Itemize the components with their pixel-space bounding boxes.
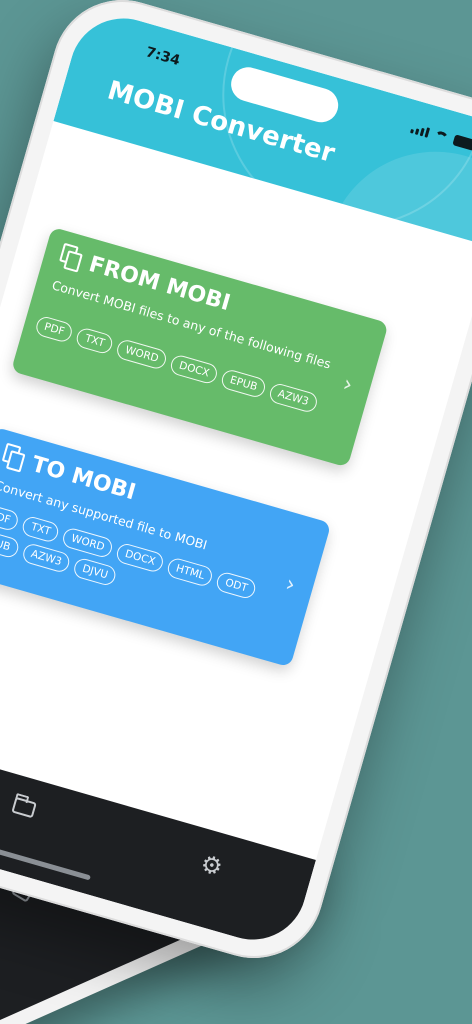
format-chip: ODT	[214, 570, 258, 601]
chevron-right-icon: ›	[282, 571, 299, 599]
to-mobi-card[interactable]: TO MOBI Convert any supported file to MO…	[0, 426, 332, 668]
format-chip: PDF	[0, 503, 21, 533]
format-chip: EPUB	[0, 528, 21, 560]
format-chip: AZW3	[20, 541, 72, 575]
format-chip: EPUB	[219, 367, 268, 400]
gear-icon[interactable]: ⚙	[197, 849, 225, 882]
format-chip: WORD	[115, 337, 169, 371]
app-header: 7:34 MOBI Converter	[53, 5, 472, 247]
format-chip: DJVU	[72, 556, 119, 588]
format-chip: PDF	[34, 314, 75, 344]
format-chip: DOCX	[114, 541, 166, 574]
documents-icon	[57, 243, 85, 274]
format-chips: PDF TXT WORD DOCX EPUB AZW3	[34, 314, 328, 417]
format-chip: TXT	[74, 326, 115, 356]
format-chip: HTML	[165, 556, 215, 589]
format-chip: WORD	[61, 526, 115, 560]
wifi-icon	[433, 129, 449, 142]
chevron-right-icon: ›	[340, 371, 356, 399]
status-time: 7:34	[143, 44, 182, 70]
home-indicator	[0, 837, 91, 881]
format-chip: AZW3	[267, 381, 319, 415]
format-chip: TXT	[20, 514, 61, 544]
phone-frame: 7:34 MOBI Converter FROM MOBI Convert MO…	[0, 0, 472, 975]
folder-icon[interactable]	[11, 796, 37, 819]
documents-icon	[0, 443, 28, 474]
phone-screen: 7:34 MOBI Converter FROM MOBI Convert MO…	[0, 5, 472, 953]
scene: 7:34 MOBI Converter FROM MOBI Convert MO…	[0, 0, 472, 1024]
from-mobi-card[interactable]: FROM MOBI Convert MOBI files to any of t…	[10, 226, 389, 468]
format-chip: DOCX	[168, 353, 220, 386]
